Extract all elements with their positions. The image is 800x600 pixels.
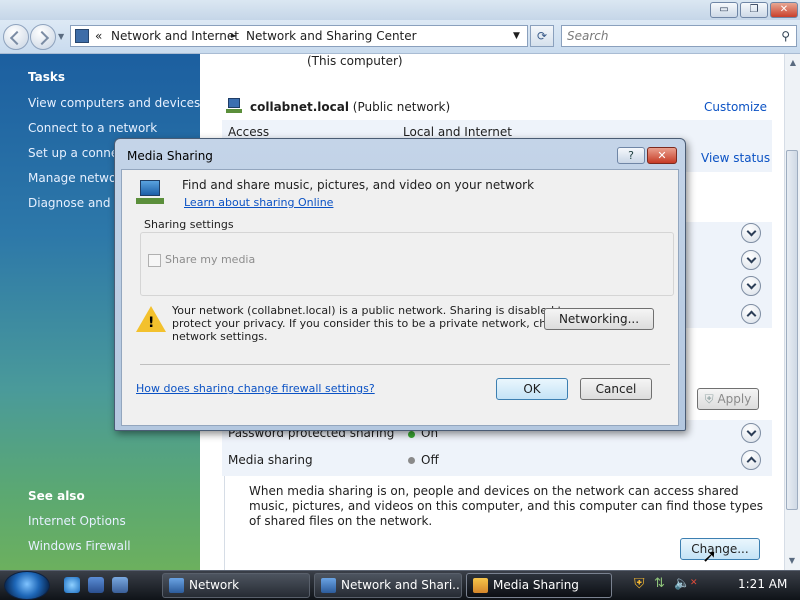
- ok-button[interactable]: OK: [496, 378, 568, 400]
- networking-button[interactable]: Networking...: [544, 308, 654, 330]
- network-icon: [226, 98, 244, 114]
- expand-chevron-icon[interactable]: [741, 223, 761, 243]
- section-divider: [224, 476, 225, 570]
- dialog-separator: [140, 364, 670, 365]
- dialog-close-button[interactable]: ✕: [647, 147, 677, 164]
- warning-icon-mark: !: [148, 315, 155, 331]
- start-button[interactable]: [4, 571, 50, 600]
- network-tray-icon[interactable]: ⇅: [654, 576, 665, 591]
- media-sharing-dialog: Media Sharing ? ✕ Find and share music, …: [114, 138, 686, 431]
- collapse-chevron-icon[interactable]: [741, 304, 761, 324]
- security-alert-icon[interactable]: ⛨: [634, 576, 645, 592]
- this-computer-label: (This computer): [307, 54, 403, 68]
- breadcrumb-overflow[interactable]: «: [95, 26, 102, 46]
- restore-button[interactable]: ❐: [740, 2, 768, 18]
- mouse-cursor-icon: ➚: [702, 546, 718, 567]
- back-button[interactable]: [3, 24, 29, 50]
- title-bar: [0, 0, 800, 20]
- mute-icon: ✕: [690, 578, 698, 588]
- share-my-media-label: Share my media: [165, 253, 256, 266]
- media-sharing-label: Media sharing: [228, 453, 313, 467]
- status-off-icon: [408, 457, 415, 464]
- expand-chevron-icon[interactable]: [741, 250, 761, 270]
- shield-icon: ⛨: [704, 392, 714, 406]
- dialog-title: Media Sharing: [127, 149, 213, 163]
- navigation-bar: ▼ « Network and Internet ► Network and S…: [0, 20, 800, 54]
- volume-icon[interactable]: 🔈: [674, 576, 690, 591]
- cancel-button[interactable]: Cancel: [580, 378, 652, 400]
- tasks-heading: Tasks: [28, 70, 66, 84]
- network-name: collabnet.local (Public network): [250, 100, 451, 114]
- taskbar-button-media-sharing[interactable]: Media Sharing: [466, 573, 612, 598]
- sidebar-item-internet-options[interactable]: Internet Options: [28, 514, 126, 528]
- scroll-down-icon[interactable]: ▼: [784, 556, 800, 565]
- scrollbar-thumb[interactable]: [786, 150, 798, 510]
- sidebar-item-diagnose-repair[interactable]: Diagnose and re: [28, 196, 126, 210]
- control-panel-icon: [75, 29, 89, 43]
- apply-button[interactable]: ⛨ Apply: [697, 388, 759, 410]
- view-status-link[interactable]: View status: [701, 151, 770, 165]
- network-folder-icon: [169, 578, 184, 593]
- forward-button[interactable]: [30, 24, 56, 50]
- learn-sharing-link[interactable]: Learn about sharing Online: [184, 196, 333, 209]
- media-network-icon: [136, 180, 168, 208]
- internet-explorer-icon[interactable]: [64, 577, 80, 593]
- media-player-icon: [473, 578, 488, 593]
- media-sharing-value: Off: [421, 453, 439, 467]
- expand-chevron-icon[interactable]: [741, 423, 761, 443]
- media-sharing-description: When media sharing is on, people and dev…: [249, 484, 764, 528]
- collapse-chevron-icon[interactable]: [741, 450, 761, 470]
- see-also-heading: See also: [28, 489, 85, 503]
- sidebar-item-view-computers[interactable]: View computers and devices: [28, 96, 200, 110]
- switch-windows-icon[interactable]: [112, 577, 128, 593]
- share-my-media-checkbox[interactable]: [148, 254, 161, 267]
- breadcrumb-network-and-sharing-center[interactable]: Network and Sharing Center: [246, 26, 417, 46]
- close-button[interactable]: ✕: [770, 2, 798, 18]
- dialog-intro-text: Find and share music, pictures, and vide…: [182, 178, 535, 192]
- taskbar-button-network-sharing-center[interactable]: Network and Shari...: [314, 573, 462, 598]
- breadcrumb-network-and-internet[interactable]: Network and Internet: [111, 26, 239, 46]
- scroll-up-icon[interactable]: ▲: [785, 58, 800, 67]
- change-button[interactable]: Change...: [680, 538, 760, 560]
- address-bar[interactable]: « Network and Internet ► Network and Sha…: [70, 25, 528, 47]
- sharing-settings-title: Sharing settings: [142, 218, 236, 231]
- status-on-icon: [408, 431, 415, 438]
- network-folder-icon: [321, 578, 336, 593]
- address-dropdown-icon[interactable]: ▼: [513, 26, 520, 46]
- minimize-button[interactable]: ▭: [710, 2, 738, 18]
- breadcrumb-separator-icon[interactable]: ►: [231, 26, 237, 46]
- recent-pages-icon[interactable]: ▼: [58, 32, 64, 41]
- access-label: Access: [228, 125, 270, 139]
- refresh-button[interactable]: ⟳: [530, 25, 554, 47]
- clock[interactable]: 1:21 AM: [738, 577, 787, 591]
- sidebar-item-manage-networks[interactable]: Manage networ: [28, 171, 121, 185]
- search-input[interactable]: Search ⚲: [561, 25, 797, 47]
- firewall-settings-link[interactable]: How does sharing change firewall setting…: [136, 382, 375, 395]
- sidebar-item-windows-firewall[interactable]: Windows Firewall: [28, 539, 131, 553]
- dialog-body: Find and share music, pictures, and vide…: [121, 169, 679, 426]
- search-icon[interactable]: ⚲: [781, 26, 790, 46]
- warning-message: Your network (collabnet.local) is a publ…: [172, 304, 574, 343]
- taskbar-button-network[interactable]: Network: [162, 573, 310, 598]
- show-desktop-icon[interactable]: [88, 577, 104, 593]
- sidebar-item-connect-network[interactable]: Connect to a network: [28, 121, 157, 135]
- expand-chevron-icon[interactable]: [741, 276, 761, 296]
- search-placeholder: Search: [567, 29, 609, 43]
- help-button[interactable]: ?: [617, 147, 645, 164]
- access-value: Local and Internet: [403, 125, 512, 139]
- customize-link[interactable]: Customize: [704, 100, 767, 114]
